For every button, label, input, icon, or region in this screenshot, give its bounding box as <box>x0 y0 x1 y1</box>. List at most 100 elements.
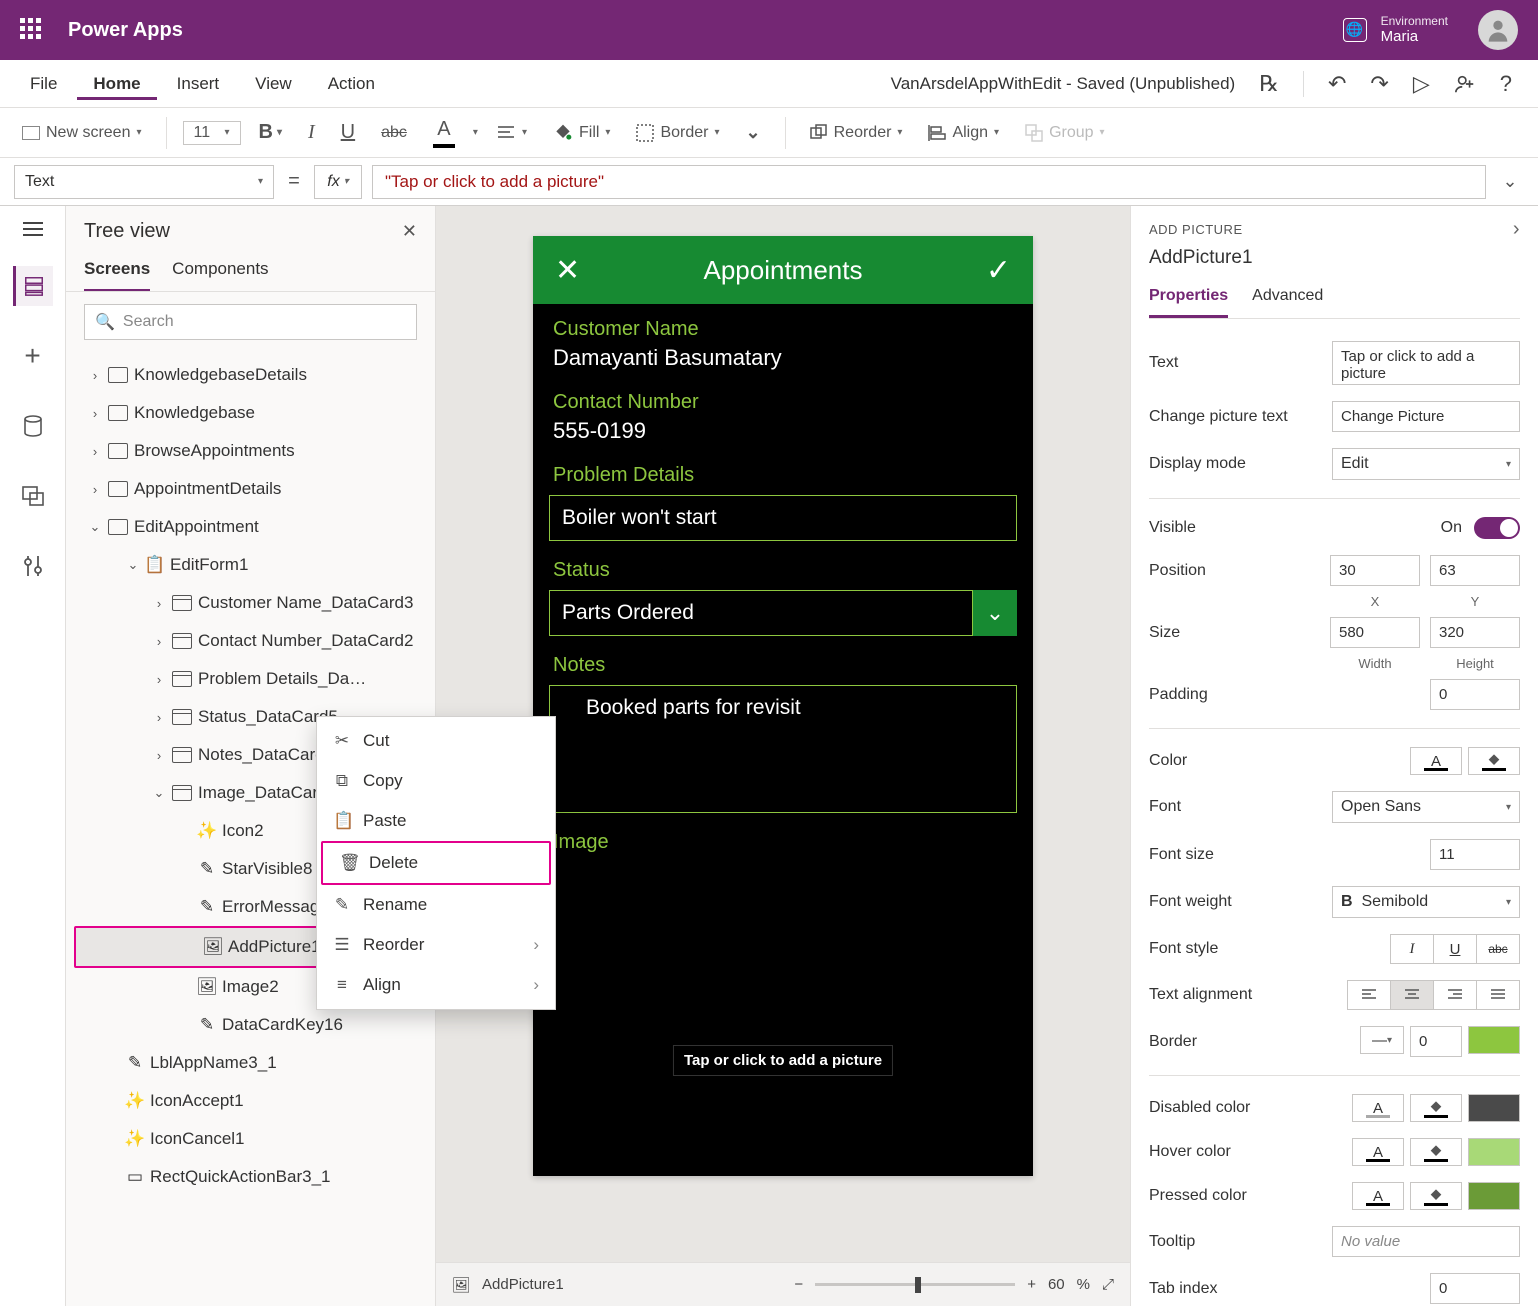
insert-icon[interactable]: + <box>13 336 53 376</box>
data-icon[interactable] <box>13 406 53 446</box>
media-icon[interactable] <box>13 476 53 516</box>
underline-toggle[interactable]: U <box>1433 934 1477 964</box>
tab-advanced[interactable]: Advanced <box>1252 281 1323 318</box>
hamburger-icon[interactable] <box>23 222 43 236</box>
border-color[interactable] <box>1468 1026 1520 1054</box>
fill-button[interactable]: Fill▾ <box>545 119 618 147</box>
tree-node[interactable]: ✨IconAccept1 <box>70 1082 431 1120</box>
border-style[interactable]: — ▾ <box>1360 1026 1404 1054</box>
prop-text-input[interactable]: Tap or click to add a picture <box>1332 341 1520 385</box>
prop-changepic-input[interactable]: Change Picture <box>1332 401 1520 432</box>
addpicture-control[interactable]: Tap or click to add a picture <box>673 1045 893 1076</box>
menu-view[interactable]: View <box>239 68 308 100</box>
notes-input[interactable]: Booked parts for revisit <box>549 685 1017 813</box>
tree-node[interactable]: ✎LblAppName3_1 <box>70 1044 431 1082</box>
tree-node[interactable]: ›AppointmentDetails <box>70 470 431 508</box>
phone-preview[interactable]: ✕ Appointments ✓ Customer Name Damayanti… <box>533 236 1033 1176</box>
disabled-fill[interactable] <box>1410 1094 1462 1122</box>
border-width[interactable]: 0 <box>1410 1026 1462 1057</box>
font-color-glyph[interactable]: A <box>1410 747 1462 775</box>
play-icon[interactable]: ▷ <box>1413 71 1430 97</box>
ctx-paste[interactable]: 📋Paste <box>317 801 555 841</box>
tab-screens[interactable]: Screens <box>84 253 150 291</box>
strikethrough-button[interactable]: abc <box>373 120 415 146</box>
tree-node[interactable]: ✨IconCancel1 <box>70 1120 431 1158</box>
font-color-button[interactable]: A <box>425 114 463 152</box>
expand-formula-icon[interactable]: ⌄ <box>1496 171 1524 192</box>
tab-components[interactable]: Components <box>172 253 268 291</box>
pressed-font[interactable]: A <box>1352 1182 1404 1210</box>
help-icon[interactable]: ? <box>1500 71 1512 97</box>
close-panel-icon[interactable]: ✕ <box>402 221 417 242</box>
ctx-cut[interactable]: ✂Cut <box>317 721 555 761</box>
width-input[interactable]: 580 <box>1330 617 1420 648</box>
menu-file[interactable]: File <box>14 68 73 100</box>
redo-icon[interactable]: ↷ <box>1370 71 1388 97</box>
fontweight-select[interactable]: B Semibold▾ <box>1332 886 1520 918</box>
tree-node[interactable]: ›Customer Name_DataCard3 <box>70 584 431 622</box>
chevron-down-icon[interactable]: ⌄ <box>973 590 1017 636</box>
problem-details-input[interactable]: Boiler won't start <box>549 495 1017 541</box>
align-right[interactable] <box>1433 980 1477 1010</box>
pressed-fill[interactable] <box>1410 1182 1462 1210</box>
align-left[interactable] <box>1347 980 1391 1010</box>
advanced-icon[interactable] <box>13 546 53 586</box>
visible-toggle[interactable] <box>1474 517 1520 539</box>
underline-button[interactable]: U <box>333 117 363 148</box>
pos-y-input[interactable]: 63 <box>1430 555 1520 586</box>
tab-properties[interactable]: Properties <box>1149 281 1228 318</box>
pressed-swatch[interactable] <box>1468 1182 1520 1210</box>
align-center[interactable] <box>1390 980 1434 1010</box>
fill-color-glyph[interactable] <box>1468 747 1520 775</box>
tree-node[interactable]: ›Knowledgebase <box>70 394 431 432</box>
tree-node[interactable]: ⌄EditAppointment <box>70 508 431 546</box>
ctx-delete[interactable]: 🗑Delete <box>321 841 551 885</box>
status-dropdown[interactable]: Parts Ordered ⌄ <box>549 590 1017 636</box>
border-button[interactable]: Border▾ <box>628 120 727 146</box>
hover-fill[interactable] <box>1410 1138 1462 1166</box>
new-screen-button[interactable]: New screen▾ <box>14 120 150 146</box>
tree-node[interactable]: ▭RectQuickActionBar3_1 <box>70 1158 431 1196</box>
chevron-right-icon[interactable]: › <box>1513 218 1520 241</box>
tree-node[interactable]: ›Contact Number_DataCard2 <box>70 622 431 660</box>
formula-input[interactable]: "Tap or click to add a picture" <box>372 165 1486 199</box>
bold-button[interactable]: B ▾ <box>251 117 290 148</box>
hover-swatch[interactable] <box>1468 1138 1520 1166</box>
zoom-in-icon[interactable]: + <box>1027 1276 1036 1293</box>
disabled-font[interactable]: A <box>1352 1094 1404 1122</box>
strike-toggle[interactable]: abc <box>1476 934 1520 964</box>
tabidx-input[interactable]: 0 <box>1430 1273 1520 1304</box>
user-avatar[interactable] <box>1478 10 1518 50</box>
menu-insert[interactable]: Insert <box>161 68 236 100</box>
prop-display-select[interactable]: Edit▾ <box>1332 448 1520 480</box>
pos-x-input[interactable]: 30 <box>1330 555 1420 586</box>
fx-button[interactable]: fx▾ <box>314 165 362 199</box>
height-input[interactable]: 320 <box>1430 617 1520 648</box>
ctx-rename[interactable]: ✎Rename <box>317 885 555 925</box>
app-checker-icon[interactable]: ℞ <box>1259 71 1279 97</box>
tree-node[interactable]: ›BrowseAppointments <box>70 432 431 470</box>
reorder-button[interactable]: Reorder▾ <box>802 120 911 146</box>
menu-home[interactable]: Home <box>77 68 156 100</box>
align-justify[interactable] <box>1476 980 1520 1010</box>
app-launcher-icon[interactable] <box>20 18 44 42</box>
font-select[interactable]: Open Sans▾ <box>1332 791 1520 823</box>
ctx-reorder[interactable]: ☰Reorder› <box>317 925 555 965</box>
accept-icon[interactable]: ✓ <box>986 253 1011 288</box>
tree-node[interactable]: ›KnowledgebaseDetails <box>70 356 431 394</box>
tree-node[interactable]: ✎DataCardKey16 <box>70 1006 431 1044</box>
property-selector[interactable]: Text▾ <box>14 165 274 199</box>
environment-switcher[interactable]: 🌐 Environment Maria <box>1343 14 1448 46</box>
expand-toolbar-button[interactable]: ⌄ <box>738 118 769 147</box>
fontsize-input[interactable]: 11 <box>1430 839 1520 870</box>
align-text-button[interactable]: ▾ <box>488 121 535 145</box>
fit-icon[interactable]: ⤢ <box>1102 1276 1114 1293</box>
cancel-icon[interactable]: ✕ <box>555 253 580 288</box>
font-size-input[interactable]: 11▾ <box>183 121 241 145</box>
ctx-align[interactable]: ≡Align› <box>317 965 555 1005</box>
ctx-copy[interactable]: ⧉Copy <box>317 761 555 801</box>
italic-toggle[interactable]: I <box>1390 934 1434 964</box>
padding-input[interactable]: 0 <box>1430 679 1520 710</box>
tree-node[interactable]: ⌄📋EditForm1 <box>70 546 431 584</box>
disabled-swatch[interactable] <box>1468 1094 1520 1122</box>
